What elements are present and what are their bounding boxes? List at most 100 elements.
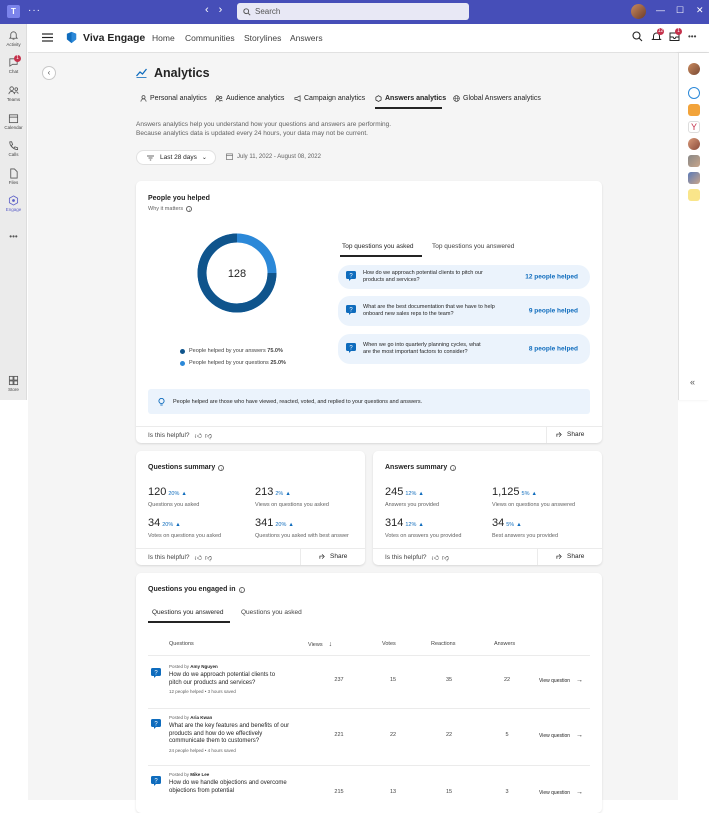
table-row: ? Posted by Aria Kwan What are the key f… — [148, 715, 590, 763]
rail-more-icon[interactable]: ••• — [0, 232, 27, 241]
nav-home[interactable]: Home — [152, 33, 175, 43]
card-title: Questions you engaged in i — [148, 586, 245, 593]
tab-campaign-analytics[interactable]: Campaign analytics — [294, 95, 365, 102]
thumbs-up-icon[interactable]: 👍︎ — [195, 553, 202, 562]
card-footer-divider — [136, 426, 602, 427]
more-options-icon[interactable]: ••• — [688, 32, 696, 41]
maximize-icon[interactable]: ☐ — [676, 5, 684, 16]
rail-item-files[interactable]: Files — [0, 168, 27, 185]
people-helped-card: People you helped Why it matters i 128 P… — [136, 181, 602, 443]
author-name: Amy Nguyen — [190, 664, 218, 669]
tab-questions-answered[interactable]: Questions you answered — [152, 609, 224, 616]
app-icon[interactable] — [688, 172, 700, 184]
stat-change: 12% — [405, 491, 417, 497]
teams-icon — [8, 86, 19, 95]
stat-change: 12% — [405, 522, 417, 528]
question-text[interactable]: What are the key features and benefits o… — [169, 723, 293, 746]
chat-badge: 1 — [14, 55, 21, 62]
column-header-views[interactable]: Views ↓ — [308, 641, 332, 648]
tab-top-questions-asked[interactable]: Top questions you asked — [342, 243, 414, 250]
nav-answers[interactable]: Answers — [290, 33, 323, 43]
file-icon — [10, 168, 18, 179]
nav-communities[interactable]: Communities — [185, 33, 235, 43]
column-header-reactions: Reactions — [431, 641, 456, 647]
stat-value: 1,125 — [492, 486, 520, 498]
helpful-prompt: Is this helpful? 👍︎ 👎︎ — [148, 431, 212, 440]
back-arrow-icon[interactable]: ‹ — [205, 4, 209, 16]
legend-label: People helped by your answers — [189, 348, 266, 354]
share-button[interactable]: Share — [556, 431, 584, 438]
search-input[interactable]: Search — [237, 3, 469, 20]
bell-icon — [8, 31, 19, 40]
tab-label: Campaign analytics — [304, 95, 366, 102]
thumbs-down-icon[interactable]: 👎︎ — [442, 553, 449, 562]
sort-down-arrow-icon: ↓ — [328, 641, 333, 648]
minimize-icon[interactable]: — — [656, 5, 665, 15]
tab-global-answers-analytics[interactable]: Global Answers analytics — [453, 95, 541, 102]
share-button[interactable]: Share — [556, 553, 584, 560]
app-icon[interactable] — [688, 189, 700, 201]
top-question-item[interactable]: ? How do we approach potential clients t… — [338, 265, 590, 289]
tab-top-questions-answered[interactable]: Top questions you answered — [432, 243, 514, 250]
share-button[interactable]: Share — [319, 553, 347, 560]
search-placeholder: Search — [255, 7, 281, 16]
hamburger-icon[interactable] — [42, 33, 53, 42]
avatar[interactable] — [688, 138, 700, 150]
trend-up-icon: ▲ — [288, 522, 294, 528]
rail-item-store[interactable]: Store — [0, 375, 27, 392]
tab-label: Answers analytics — [385, 95, 447, 102]
view-question-link[interactable]: View question → — [539, 677, 583, 684]
thumbs-down-icon[interactable]: 👎︎ — [205, 553, 212, 562]
helpful-prompt: Is this helpful? 👍︎ 👎︎ — [385, 553, 449, 562]
helpful-label: Is this helpful? — [385, 554, 427, 561]
posted-by: Posted by Aria Kwan — [169, 715, 212, 720]
more-icon[interactable]: ··· — [28, 5, 41, 16]
active-subtab-underline — [148, 621, 230, 623]
card-title: People you helped — [148, 195, 210, 202]
tab-personal-analytics[interactable]: Personal analytics — [140, 95, 207, 102]
page-title: Analytics — [154, 66, 210, 80]
question-text[interactable]: How do we handle objections and overcome… — [169, 780, 287, 795]
stat-change: 20% — [168, 491, 180, 497]
rail-item-chat[interactable]: 1 Chat — [0, 55, 27, 74]
collapse-panel-icon[interactable]: « — [690, 377, 695, 387]
close-icon[interactable]: ✕ — [696, 5, 704, 16]
rail-item-teams[interactable]: Teams — [0, 85, 27, 102]
forward-arrow-icon[interactable]: › — [219, 4, 223, 16]
view-question-link[interactable]: View question → — [539, 789, 583, 796]
rail-item-engage[interactable]: Engage — [0, 195, 27, 212]
answers-value: 5 — [505, 732, 509, 738]
rail-item-calendar[interactable]: Calendar — [0, 113, 27, 130]
thumbs-down-icon[interactable]: 👎︎ — [205, 431, 212, 440]
top-question-item[interactable]: ? When we go into quarterly planning cyc… — [338, 334, 590, 364]
user-avatar[interactable] — [631, 4, 646, 19]
stat-value: 341 — [255, 517, 274, 529]
date-filter-dropdown[interactable]: Last 28 days ⌄ — [136, 150, 216, 165]
row-divider — [148, 708, 590, 709]
stat-change: 20% — [275, 522, 287, 528]
app-icon[interactable]: Y — [688, 121, 700, 133]
rail-item-calls[interactable]: Calls — [0, 140, 27, 157]
app-icon[interactable] — [688, 155, 700, 167]
tab-answers-analytics[interactable]: Answers analytics — [375, 95, 446, 102]
tab-audience-analytics[interactable]: Audience analytics — [215, 95, 284, 102]
app-icon[interactable] — [688, 87, 700, 99]
back-button[interactable]: ‹ — [42, 66, 56, 80]
view-question-link[interactable]: View question → — [539, 732, 583, 739]
search-icon[interactable] — [632, 31, 643, 42]
stat-votes-on-questions: 34 20% ▲ Votes on questions you asked — [148, 513, 221, 539]
top-question-item[interactable]: ? What are the best documentation that w… — [338, 296, 590, 326]
helpful-label: Is this helpful? — [148, 554, 190, 561]
why-it-matters-link[interactable]: Why it matters i — [148, 206, 193, 212]
question-text[interactable]: How do we approach potential clients to … — [169, 672, 287, 687]
avatar[interactable] — [688, 63, 700, 75]
nav-storylines[interactable]: Storylines — [244, 33, 281, 43]
stat-label: Best answers you provided — [492, 533, 559, 539]
table-row: ? Posted by Mike Lee How do we handle ob… — [148, 772, 590, 812]
thumbs-up-icon[interactable]: 👍︎ — [195, 431, 202, 440]
rail-item-activity[interactable]: Activity — [0, 30, 27, 47]
app-icon[interactable] — [688, 104, 700, 116]
tab-questions-asked[interactable]: Questions you asked — [241, 609, 302, 616]
window-titlebar: T ··· ‹ › Search — ☐ ✕ — [0, 0, 709, 24]
thumbs-up-icon[interactable]: 👍︎ — [432, 553, 439, 562]
